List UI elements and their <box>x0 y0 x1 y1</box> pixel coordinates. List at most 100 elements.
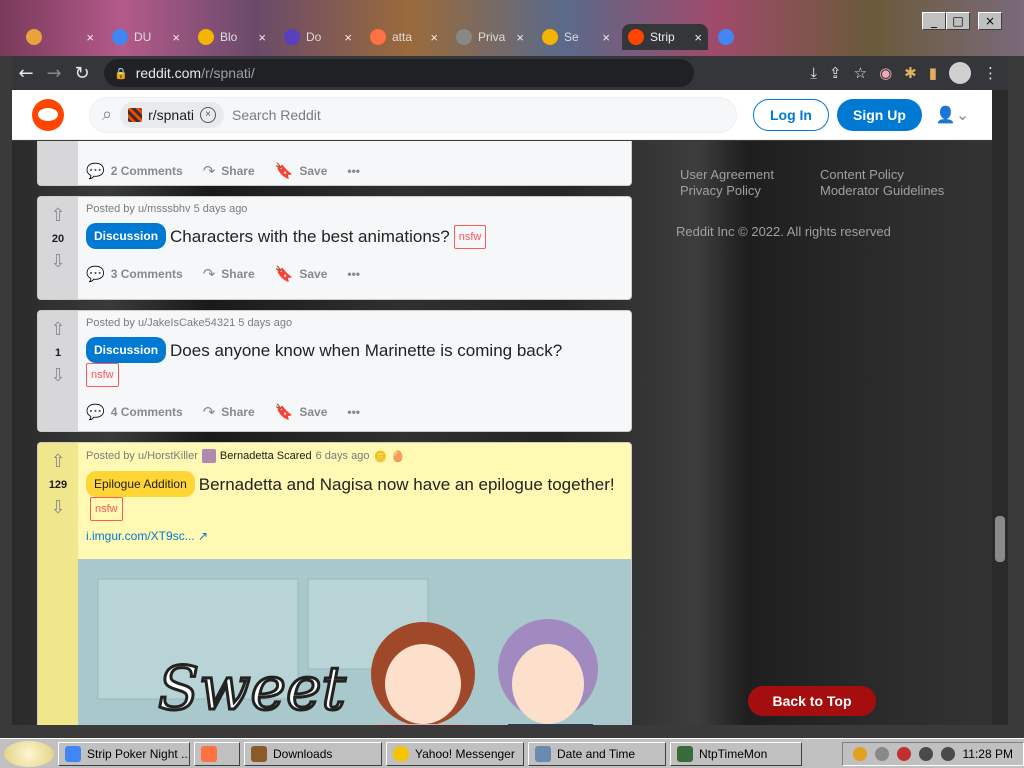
post-card[interactable]: ⇧ 1 ⇩ Posted by u/JakeIsCake54321 5 days… <box>37 310 632 432</box>
close-icon[interactable]: × <box>344 30 352 45</box>
more-options-icon[interactable]: ••• <box>347 405 360 419</box>
browser-tab[interactable] <box>712 24 792 50</box>
side-panel-icon[interactable]: ▮ <box>929 64 937 82</box>
moderator-guidelines-link[interactable]: Moderator Guidelines <box>820 183 944 199</box>
post-meta: Posted by u/msssbhv 5 days ago <box>86 203 248 215</box>
share-button[interactable]: ↷ Share <box>203 265 255 283</box>
post-card[interactable]: ⇧ 129 ⇩ Posted by u/HorstKiller Bernadet… <box>37 442 632 725</box>
post-title[interactable]: Bernadetta and Nagisa now have an epilog… <box>199 475 615 494</box>
forward-arrow-icon[interactable]: → <box>40 63 68 84</box>
menu-kebab-icon[interactable]: ⋮ <box>983 64 998 82</box>
minimize-button[interactable]: _ <box>922 12 946 30</box>
bookmark-star-icon[interactable]: ☆ <box>854 64 867 82</box>
downvote-icon[interactable]: ⇩ <box>50 251 65 273</box>
close-icon[interactable]: × <box>172 30 180 45</box>
close-icon[interactable]: × <box>258 30 266 45</box>
emoji-tray-icon[interactable] <box>874 746 889 761</box>
browser-tab[interactable]: Priva × <box>450 24 530 50</box>
save-button[interactable]: 🔖 Save <box>275 162 328 180</box>
comments-button[interactable]: 💬 4 Comments <box>86 403 183 421</box>
volume-icon[interactable] <box>940 746 955 761</box>
close-window-button[interactable]: × <box>978 12 1002 30</box>
post-image[interactable]: Sweet <box>78 559 631 725</box>
profile-avatar[interactable] <box>949 62 971 84</box>
signup-button[interactable]: Sign Up <box>837 98 922 131</box>
install-icon[interactable]: ⤓ <box>810 64 817 82</box>
search-input[interactable]: Search Reddit <box>232 107 321 123</box>
share-button[interactable]: ↷ Share <box>203 162 255 180</box>
search-tray-icon[interactable] <box>852 746 867 761</box>
save-button[interactable]: 🔖 Save <box>275 265 328 283</box>
nsfw-tag: nsfw <box>86 363 119 387</box>
share-button[interactable]: ↷ Share <box>203 403 255 421</box>
user-flair-avatar <box>201 449 216 463</box>
browser-tab[interactable]: Blo × <box>192 24 272 50</box>
post-link[interactable]: i.imgur.com/XT9sc... ↗ <box>86 529 631 543</box>
post-flair[interactable]: Discussion <box>86 223 167 249</box>
user-agreement-link[interactable]: User Agreement <box>680 167 774 183</box>
profile-flag-icon[interactable]: ◉ <box>879 64 892 82</box>
more-options-icon[interactable]: ••• <box>347 267 360 281</box>
upvote-icon[interactable]: ⇧ <box>50 319 65 341</box>
address-bar[interactable]: 🔒 reddit.com/r/spnati/ <box>104 59 694 87</box>
security-tray-icon[interactable] <box>896 746 911 761</box>
post-title[interactable]: Does anyone know when Marinette is comin… <box>170 341 562 360</box>
save-button[interactable]: 🔖 Save <box>275 403 328 421</box>
reddit-logo[interactable] <box>32 98 64 131</box>
post-title[interactable]: Characters with the best animations? <box>170 227 450 246</box>
maximize-button[interactable]: □ <box>946 12 970 30</box>
taskbar: Strip Poker Night ... Downloads Yahoo! M… <box>0 738 1024 768</box>
browser-tab[interactable]: Se × <box>536 24 616 50</box>
taskbar-item[interactable]: Date and Time <box>528 741 666 766</box>
clock[interactable]: 11:28 PM <box>963 747 1013 761</box>
privacy-policy-link[interactable]: Privacy Policy <box>680 183 761 199</box>
back-to-top-button[interactable]: Back to Top <box>748 686 876 716</box>
upvote-icon[interactable]: ⇧ <box>50 205 65 227</box>
tab-favicon-icon <box>198 29 214 45</box>
back-arrow-icon[interactable]: ← <box>12 63 40 84</box>
browser-tab[interactable]: × <box>20 24 100 50</box>
more-options-icon[interactable]: ••• <box>347 164 360 178</box>
close-icon[interactable]: × <box>430 30 438 45</box>
clear-chip-icon[interactable]: × <box>200 106 217 123</box>
post-card[interactable]: ⇧ 20 ⇩ Posted by u/msssbhv 5 days ago Di… <box>37 196 632 300</box>
tab-favicon-icon <box>542 29 558 45</box>
tab-favicon-icon <box>284 29 300 45</box>
reload-icon[interactable]: ↻ <box>68 63 96 84</box>
close-icon[interactable]: × <box>694 30 702 45</box>
vote-score: 20 <box>51 233 65 245</box>
network-tray-icon[interactable] <box>918 746 933 761</box>
browser-tab[interactable]: Do × <box>278 24 358 50</box>
close-icon[interactable]: × <box>86 30 94 45</box>
close-icon[interactable]: × <box>516 30 524 45</box>
user-menu-icon[interactable]: 👤⌄ <box>936 105 969 124</box>
scrollbar-thumb[interactable] <box>995 516 1005 562</box>
share-icon[interactable]: ⇪ <box>829 64 842 82</box>
browser-tab[interactable]: DU × <box>106 24 186 50</box>
taskbar-item[interactable]: Downloads <box>244 741 382 766</box>
comments-button[interactable]: 💬 2 Comments <box>86 162 183 180</box>
downvote-icon[interactable]: ⇩ <box>50 365 65 387</box>
share-icon: ↷ <box>202 265 216 283</box>
upvote-icon[interactable]: ⇧ <box>50 451 65 473</box>
taskbar-item[interactable]: Yahoo! Messenger <box>386 741 524 766</box>
post-flair[interactable]: Discussion <box>86 337 167 363</box>
browser-tab[interactable]: atta × <box>364 24 444 50</box>
comments-button[interactable]: 💬 3 Comments <box>86 265 183 283</box>
scrollbar[interactable] <box>992 90 1008 725</box>
browser-tab-active[interactable]: Strip × <box>622 24 708 50</box>
extensions-icon[interactable]: ✱ <box>904 64 917 82</box>
downvote-icon[interactable]: ⇩ <box>50 497 65 519</box>
login-button[interactable]: Log In <box>753 98 829 131</box>
taskbar-item[interactable]: Strip Poker Night ... <box>58 741 190 766</box>
taskbar-item[interactable]: NtpTimeMon <box>670 741 802 766</box>
start-button[interactable] <box>4 740 54 767</box>
content-policy-link[interactable]: Content Policy <box>820 167 904 183</box>
reddit-icon <box>628 29 644 45</box>
close-icon[interactable]: × <box>602 30 610 45</box>
search-bar[interactable]: ⌕ r/spnati × Search Reddit <box>89 96 737 133</box>
taskbar-item[interactable] <box>194 741 240 766</box>
post-card[interactable]: 💬 2 Comments ↷ Share 🔖 Save ••• <box>37 141 632 186</box>
date-time-icon <box>535 745 551 762</box>
post-flair[interactable]: Epilogue Addition <box>86 471 195 497</box>
